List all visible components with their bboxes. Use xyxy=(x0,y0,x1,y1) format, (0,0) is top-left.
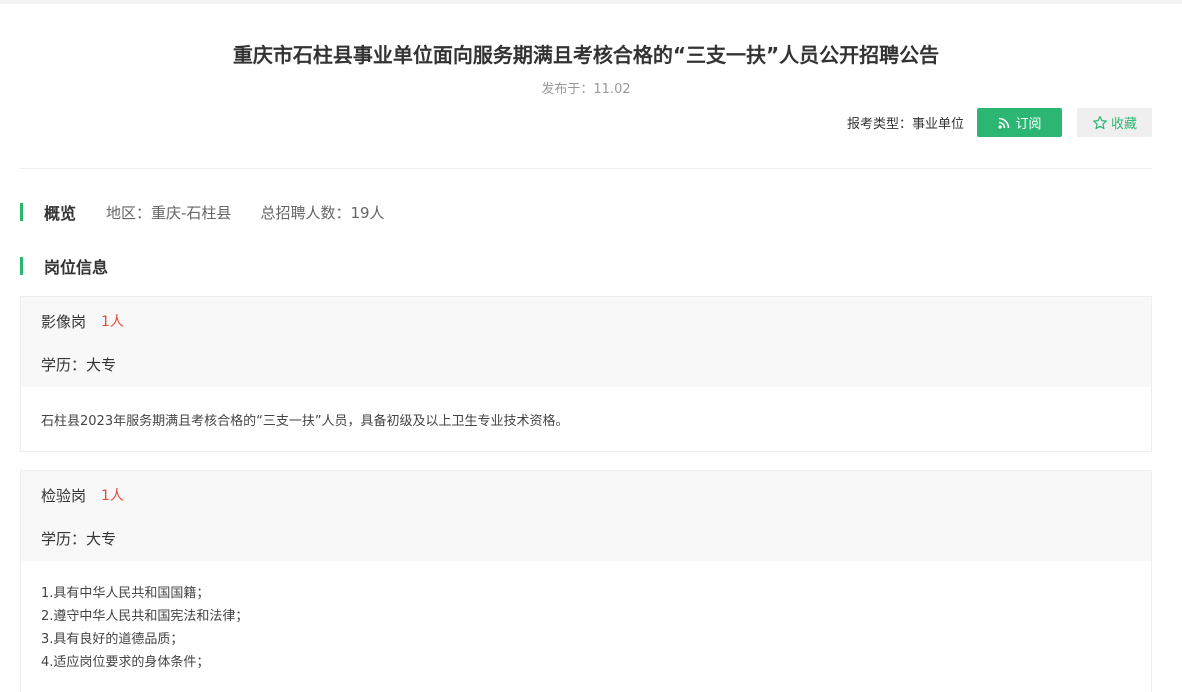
position-title-row: 影像岗 1人 xyxy=(41,297,1131,341)
header-divider xyxy=(20,168,1152,169)
positions-heading: 岗位信息 xyxy=(44,258,109,277)
notice-title: 重庆市石柱县事业单位面向服务期满且考核合格的“三支一扶”人员公开招聘公告 xyxy=(232,43,940,67)
section-accent-bar xyxy=(20,203,23,221)
position-count: 1人 xyxy=(101,488,124,504)
requirement-line: 石柱县2023年服务期满且考核合格的“三支一扶”人员，具备初级及以上卫生专业技术… xyxy=(41,413,569,429)
position-title-row: 检验岗 1人 xyxy=(41,471,1131,515)
exam-type-label: 报考类型：事业单位 xyxy=(846,117,964,132)
section-accent-bar xyxy=(20,257,23,275)
position-card-header: 影像岗 1人 学历：大专 xyxy=(21,297,1151,387)
rss-icon xyxy=(998,117,1010,129)
position-card-header: 检验岗 1人 学历：大专 xyxy=(21,471,1151,561)
favorite-label: 收藏 xyxy=(1110,117,1137,132)
requirement-line: 1.具有中华人民共和国国籍； xyxy=(41,586,210,601)
position-requirements: 石柱县2023年服务期满且考核合格的“三支一扶”人员，具备初级及以上卫生专业技术… xyxy=(21,387,1151,451)
position-name: 影像岗 xyxy=(41,312,87,331)
position-education: 学历：大专 xyxy=(41,355,117,374)
positions-section: 岗位信息 xyxy=(20,256,1152,277)
subscribe-label: 订阅 xyxy=(1015,117,1042,132)
position-education: 学历：大专 xyxy=(41,529,117,548)
position-name: 检验岗 xyxy=(41,486,87,505)
star-icon xyxy=(1093,115,1107,129)
publish-date-text: 发布于：11.02 xyxy=(541,82,631,97)
position-card: 检验岗 1人 学历：大专 1.具有中华人民共和国国籍； 2.遵守中华人民共和国宪… xyxy=(20,470,1152,692)
position-card: 影像岗 1人 学历：大专 石柱县2023年服务期满且考核合格的“三支一扶”人员，… xyxy=(20,296,1152,452)
favorite-button[interactable]: 收藏 xyxy=(1077,108,1152,137)
requirement-line: 2.遵守中华人民共和国宪法和法律； xyxy=(41,609,249,624)
overview-section: 概览 地区：重庆-石柱县 总招聘人数：19人 xyxy=(20,202,1152,223)
overview-heading: 概览 xyxy=(44,204,77,223)
position-requirements: 1.具有中华人民共和国国籍； 2.遵守中华人民共和国宪法和法律； 3.具有良好的… xyxy=(21,561,1151,674)
position-count: 1人 xyxy=(101,314,124,330)
notice-page: 重庆市石柱县事业单位面向服务期满且考核合格的“三支一扶”人员公开招聘公告 发布于… xyxy=(20,4,1152,692)
action-bar: 报考类型：事业单位 订阅 收藏 xyxy=(20,108,1152,137)
requirement-line: 4.适应岗位要求的身体条件； xyxy=(41,655,210,670)
overview-region: 地区：重庆-石柱县 xyxy=(106,203,232,222)
overview-total: 总招聘人数：19人 xyxy=(260,203,385,222)
subscribe-button[interactable]: 订阅 xyxy=(977,108,1062,137)
publish-date: 发布于：11.02 xyxy=(20,81,1152,99)
requirement-line: 3.具有良好的道德品质； xyxy=(41,632,184,647)
